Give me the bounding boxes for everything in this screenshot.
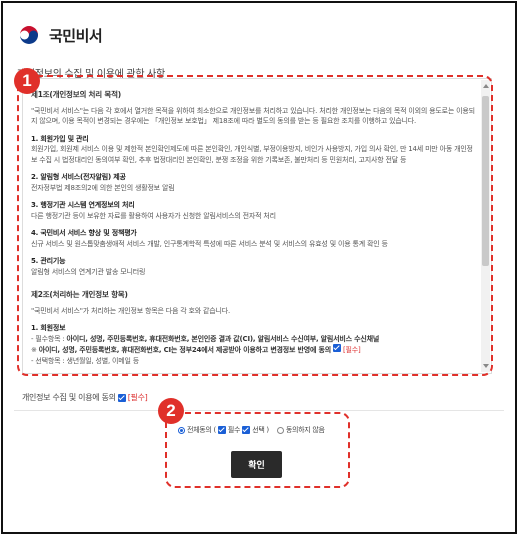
consent-label: 개인정보 수집 및 이용에 동의 — [22, 393, 116, 402]
item-1-text: 회원가입, 회원제 서비스 이용 및 제한적 본인확인제도에 따른 본인확인, … — [31, 145, 473, 164]
all-agree-radio[interactable] — [178, 426, 185, 434]
note-line: ※ 아이디, 성명, 주민등록번호, 휴대전화번호, CI는 정부24에서 제공… — [31, 344, 361, 354]
step-badge-2: 2 — [158, 398, 184, 424]
confirm-button[interactable]: 확인 — [231, 451, 282, 478]
divider — [14, 410, 504, 411]
item-4-title: 4. 국민비서 서비스 향상 및 정책평가 — [31, 229, 137, 237]
item-3-title: 3. 행정기관 시스템 연계정보의 처리 — [31, 201, 135, 209]
note-checkbox[interactable] — [332, 344, 341, 352]
consent-checkbox[interactable] — [117, 393, 126, 402]
member-info-title: 1. 회원정보 — [31, 324, 66, 332]
item-5-text: 알림형 서비스의 연계기관 발송 모니터링 — [31, 267, 146, 276]
disagree-radio[interactable] — [276, 426, 284, 434]
article1-title: 제1조(개인정보의 처리 목적) — [31, 90, 121, 99]
taegeuk-logo-icon — [17, 23, 41, 47]
brand-logo[interactable]: 국민비서 — [17, 21, 103, 49]
scroll-up-arrow-icon[interactable] — [483, 84, 489, 88]
note-required-tag: [필수] — [343, 346, 361, 354]
optional-label[interactable]: 선택 ) — [252, 425, 269, 435]
consent-required-tag: [필수] — [127, 393, 148, 402]
required-label[interactable]: 필수 — [228, 425, 241, 435]
optional-items-line: - 선택항목 : 생년월일, 성별, 이메일 등 — [31, 356, 140, 365]
note-text: 아이디, 성명, 주민등록번호, 휴대전화번호, CI는 정부24에서 제공받아… — [38, 346, 331, 354]
all-agree-label[interactable]: 전체동의 ( — [187, 425, 216, 435]
disagree-label[interactable]: 동의하지 않음 — [286, 425, 325, 435]
consent-line[interactable]: 개인정보 수집 및 이용에 동의 [필수] — [22, 392, 148, 403]
item-2-title: 2. 알림형 서비스(전자알림) 제공 — [31, 173, 126, 181]
required-checkbox[interactable] — [217, 426, 226, 434]
agreement-options: 전체동의 ( 필수 선택 ) 동의하지 않음 — [178, 425, 325, 435]
optional-checkbox[interactable] — [242, 426, 251, 434]
brand-name: 국민비서 — [49, 26, 103, 45]
item-1-title: 1. 회원가입 및 관리 — [31, 134, 89, 143]
step-badge-1: 1 — [14, 68, 40, 94]
item-5-title: 5. 관리기능 — [31, 257, 66, 265]
article1-intro: "국민비서 서비스"는 다음 각 호에서 열거한 목적을 위하여 최소한으로 개… — [31, 106, 475, 126]
terms-scroll-box[interactable]: 제1조(개인정보의 처리 목적) "국민비서 서비스"는 다음 각 호에서 열거… — [22, 78, 492, 374]
item-2-text: 전자정부법 제8조의2에 의한 본인의 생활정보 알림 — [31, 183, 175, 192]
required-items: 아이디, 성명, 주민등록번호, 휴대전화번호, 본인인증 결과 값(CI), … — [66, 334, 380, 343]
article2-intro: "국민비서 서비스"가 처리하는 개인정보 항목은 다음 각 호와 같습니다. — [31, 306, 230, 315]
scroll-down-arrow-icon[interactable] — [483, 364, 489, 368]
article2-title: 제2조(처리하는 개인정보 항목) — [31, 290, 128, 299]
scroll-thumb[interactable] — [482, 96, 489, 266]
terms-scrollbar[interactable] — [481, 80, 490, 372]
required-items-line: - 필수항목 : 아이디, 성명, 주민등록번호, 휴대전화번호, 본인인증 결… — [31, 334, 380, 343]
item-4-text: 신규 서비스 및 원스톱맞춤생애적 서비스 개발, 인구통계학적 특성에 따른 … — [31, 239, 388, 248]
terms-content: 제1조(개인정보의 처리 목적) "국민비서 서비스"는 다음 각 호에서 열거… — [31, 87, 477, 369]
item-3-text: 다른 행정기관 등이 보유한 자료를 활용하여 사용자가 신청한 알림서비스의 … — [31, 211, 276, 220]
